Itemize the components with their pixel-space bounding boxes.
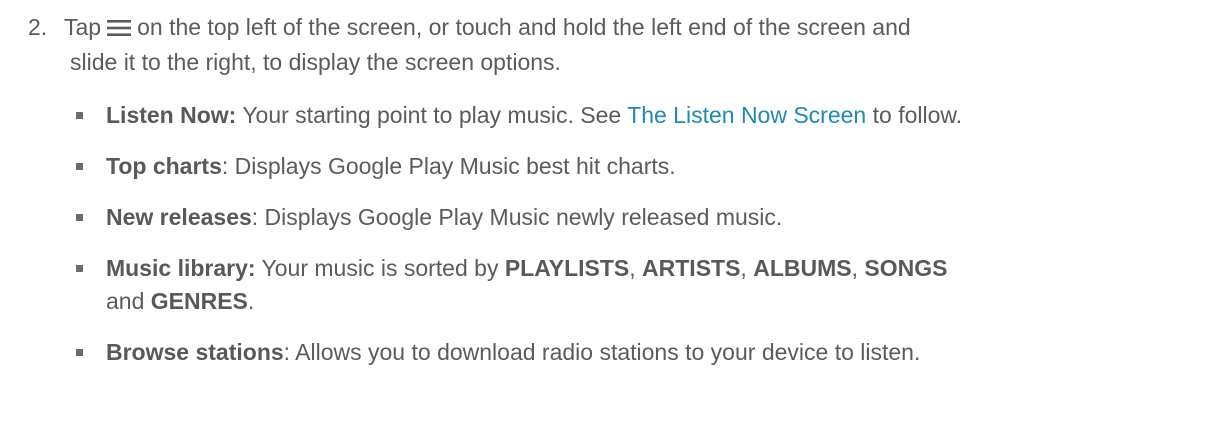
listen-now-screen-link[interactable]: The Listen Now Screen (627, 102, 866, 128)
term-new-releases: New releases (106, 204, 252, 230)
bullet-square-icon (76, 163, 83, 170)
desc-top-charts: : Displays Google Play Music best hit ch… (221, 153, 676, 179)
category-albums: ALBUMS (753, 255, 852, 281)
list-item-new-releases: New releases: Displays Google Play Music… (72, 201, 1202, 234)
step-2: 2. Tap on the top left of the screen, or t… (28, 10, 1198, 80)
step-number: 2. (28, 14, 48, 40)
desc-music-library-a: Your music is sorted by (255, 255, 505, 281)
step-text-tap: Tap (64, 14, 102, 40)
category-artists: ARTISTS (642, 255, 741, 281)
step-text-line1: on the top left of the screen, or touch … (137, 14, 911, 40)
desc-listen-now-b: to follow. (866, 102, 963, 128)
list-item-browse-stations: Browse stations: Allows you to download … (72, 336, 1202, 369)
list-item-listen-now: Listen Now: Your starting point to play … (72, 99, 1202, 132)
step-line-2: slide it to the right, to display the sc… (28, 45, 1198, 80)
term-listen-now: Listen Now: (106, 102, 237, 128)
step-text-line2: slide it to the right, to display the sc… (70, 49, 561, 75)
desc-music-library-and: and (106, 288, 151, 314)
sep-2: , (740, 255, 754, 281)
sep-3: , (851, 255, 865, 281)
sep-1: , (629, 255, 643, 281)
bullet-square-icon (76, 349, 83, 356)
category-songs: SONGS (864, 255, 948, 281)
bullet-square-icon (76, 265, 83, 272)
step-line-1: 2. Tap on the top left of the screen, or t… (28, 10, 1198, 45)
category-playlists: PLAYLISTS (504, 255, 630, 281)
desc-listen-now-a: Your starting point to play music. See (236, 102, 628, 128)
desc-music-library-end: . (247, 288, 255, 314)
term-browse-stations: Browse stations (106, 339, 284, 365)
term-music-library: Music library: (106, 255, 256, 281)
list-item-music-library: Music library: Your music is sorted by P… (72, 252, 1202, 318)
bullet-square-icon (76, 214, 83, 221)
menu-icon (107, 12, 132, 36)
list-item-top-charts: Top charts: Displays Google Play Music b… (72, 150, 1202, 183)
bullet-square-icon (76, 112, 83, 119)
category-genres: GENRES (150, 288, 248, 314)
desc-new-releases: : Displays Google Play Music newly relea… (251, 204, 783, 230)
term-top-charts: Top charts (106, 153, 222, 179)
desc-browse-stations: : Allows you to download radio stations … (283, 339, 921, 365)
screen-options-list: Listen Now: Your starting point to play … (72, 99, 1202, 387)
